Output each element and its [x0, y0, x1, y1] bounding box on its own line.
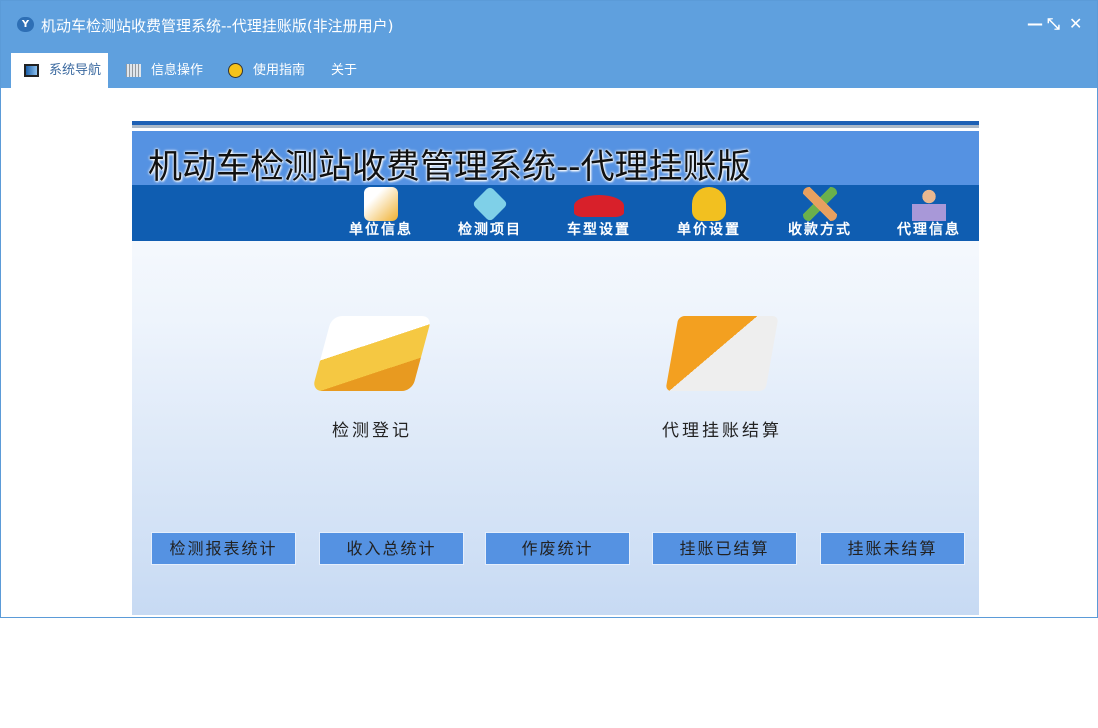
settled-accounts-button[interactable]: 挂账已结算	[652, 532, 797, 565]
action-label: 代理挂账结算	[662, 421, 782, 441]
tab-about[interactable]: 关于	[293, 53, 363, 88]
income-total-stats-button[interactable]: 收入总统计	[319, 532, 464, 565]
tab-label: 信息操作	[151, 63, 204, 78]
building-icon	[364, 187, 398, 221]
nav-icon-bar: 单位信息 检测项目 车型设置 单价设置 收款方式 代理信息	[132, 185, 979, 241]
test-registration-action[interactable]: 检测登记	[272, 316, 472, 441]
app-logo-icon: Y	[17, 17, 34, 32]
nav-test-items[interactable]: 检测项目	[450, 185, 530, 241]
nav-label: 单价设置	[677, 222, 741, 238]
void-stats-button[interactable]: 作废统计	[485, 532, 630, 565]
tab-label: 关于	[331, 63, 358, 78]
menu-tabs: 系统导航 信息操作 使用指南 关于	[1, 51, 1097, 88]
window-title: 机动车检测站收费管理系统--代理挂账版(非注册用户)	[41, 17, 394, 35]
nav-unit-price[interactable]: 单价设置	[669, 185, 749, 241]
agent-settlement-action[interactable]: 代理挂账结算	[622, 316, 822, 441]
laptop-icon	[665, 316, 779, 391]
nav-unit-info[interactable]: 单位信息	[341, 185, 421, 241]
nav-label: 收款方式	[788, 222, 852, 238]
banner: 机动车检测站收费管理系统--代理挂账版	[132, 131, 979, 187]
notebook-pen-icon	[311, 316, 433, 391]
nav-payment-methods[interactable]: 收款方式	[780, 185, 860, 241]
nav-label: 车型设置	[567, 222, 631, 238]
monitor-icon	[24, 64, 39, 77]
top-strip	[132, 121, 979, 128]
banner-title: 机动车检测站收费管理系统--代理挂账版	[148, 147, 751, 187]
tab-info-ops[interactable]: 信息操作	[113, 53, 213, 88]
nav-label: 代理信息	[897, 222, 961, 238]
nav-agent-info[interactable]: 代理信息	[889, 185, 969, 241]
nav-label: 检测项目	[458, 222, 522, 238]
title-bar: Y 机动车检测站收费管理系统--代理挂账版(非注册用户) — ⤡ ✕	[1, 1, 1097, 51]
layers-icon	[471, 185, 509, 223]
grid-icon	[126, 64, 141, 77]
close-button[interactable]: ✕	[1069, 14, 1082, 33]
main-panel: 机动车检测站收费管理系统--代理挂账版 单位信息 检测项目 车型设置 单价设置 …	[132, 121, 979, 615]
minimize-button[interactable]: —	[1027, 14, 1043, 33]
tab-system-nav[interactable]: 系统导航	[11, 53, 108, 88]
nav-label: 单位信息	[349, 222, 413, 238]
test-report-stats-button[interactable]: 检测报表统计	[151, 532, 296, 565]
help-icon	[228, 63, 243, 78]
nav-vehicle-types[interactable]: 车型设置	[559, 185, 639, 241]
app-window: Y 机动车检测站收费管理系统--代理挂账版(非注册用户) — ⤡ ✕ 系统导航 …	[0, 0, 1098, 618]
tab-label: 系统导航	[49, 63, 102, 78]
coins-icon	[692, 187, 726, 221]
restore-button[interactable]: ⤡	[1047, 14, 1060, 34]
unsettled-accounts-button[interactable]: 挂账未结算	[820, 532, 965, 565]
action-label: 检测登记	[332, 421, 412, 441]
pencil-ruler-icon	[803, 187, 837, 221]
person-icon	[912, 187, 946, 221]
car-icon	[574, 195, 624, 217]
